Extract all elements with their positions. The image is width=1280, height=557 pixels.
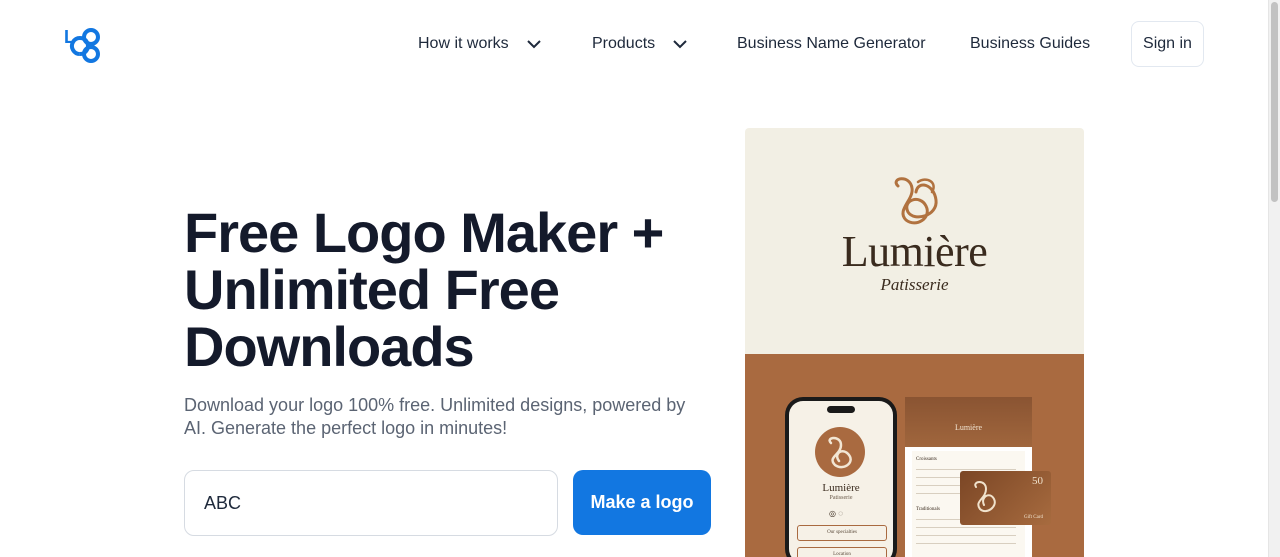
logo-icon[interactable]: L xyxy=(64,26,102,64)
nav-label: Business Name Generator xyxy=(737,35,926,52)
brand-subtitle-text: Patisserie xyxy=(880,275,949,294)
menu-line xyxy=(916,543,1016,544)
nav-label: Products xyxy=(592,35,656,52)
nav-products[interactable]: Products xyxy=(592,20,689,68)
chevron-down-icon xyxy=(525,35,543,53)
business-name-input[interactable] xyxy=(185,471,557,535)
showcase-logo-panel: Lumière Patisserie xyxy=(745,128,1084,354)
nav-label: Business Guides xyxy=(970,35,1091,52)
sign-in-button[interactable]: Sign in xyxy=(1131,21,1204,67)
make-a-logo-button[interactable]: Make a logo xyxy=(573,470,711,535)
phone-brand-sub: Patisserie xyxy=(829,495,853,501)
menu-line xyxy=(916,469,1016,470)
menu-card-header xyxy=(905,397,1032,447)
phone-notch xyxy=(827,406,855,413)
phone-screen: Lumière Patisserie ◎ ◌ Our specialties L… xyxy=(789,401,893,557)
phone-button-location: Location xyxy=(797,547,887,557)
menu-section-traditionals: Traditionals xyxy=(916,507,940,512)
brand-name-text: Lumière xyxy=(841,227,988,276)
menu-section-croissants: Croissants xyxy=(916,457,937,462)
phone-button-specialties: Our specialties xyxy=(797,525,887,541)
chevron-down-icon xyxy=(671,35,689,53)
scrollbar-thumb[interactable] xyxy=(1271,2,1278,202)
pretzel-emblem-icon xyxy=(894,177,938,225)
menu-card-title: Lumière xyxy=(954,423,983,432)
nav-label: How it works xyxy=(418,35,509,52)
page-scrollbar[interactable] xyxy=(1268,0,1280,557)
phone-brand-name: Lumière xyxy=(822,482,860,494)
nav-business-guides[interactable]: Business Guides xyxy=(970,20,1090,68)
nav-business-name-generator[interactable]: Business Name Generator xyxy=(737,20,926,68)
menu-line xyxy=(916,527,1016,528)
menu-line xyxy=(916,535,1016,536)
gift-card-label: Gift Card xyxy=(1023,515,1043,520)
business-name-input-wrapper xyxy=(184,470,558,536)
hero-title: Free Logo Maker + Unlimited Free Downloa… xyxy=(184,201,664,378)
phone-logo-avatar xyxy=(815,427,865,477)
gift-card-mockup: 50 Gift Card xyxy=(960,471,1051,525)
brand-showcase-image: Lumière Patisserie Lumière Patisserie ◎ … xyxy=(745,128,1084,557)
nav-how-it-works[interactable]: How it works xyxy=(418,20,543,68)
social-icons: ◎ ◌ xyxy=(829,509,843,518)
gift-card-value: 50 xyxy=(1032,475,1043,487)
site-header: L How it works Products Business Name Ge… xyxy=(0,0,1268,88)
hero-subtitle: Download your logo 100% free. Unlimited … xyxy=(184,395,686,438)
pretzel-emblem-icon xyxy=(974,481,996,513)
pretzel-emblem-icon xyxy=(828,436,852,469)
phone-mockup: Lumière Patisserie ◎ ◌ Our specialties L… xyxy=(785,397,897,557)
